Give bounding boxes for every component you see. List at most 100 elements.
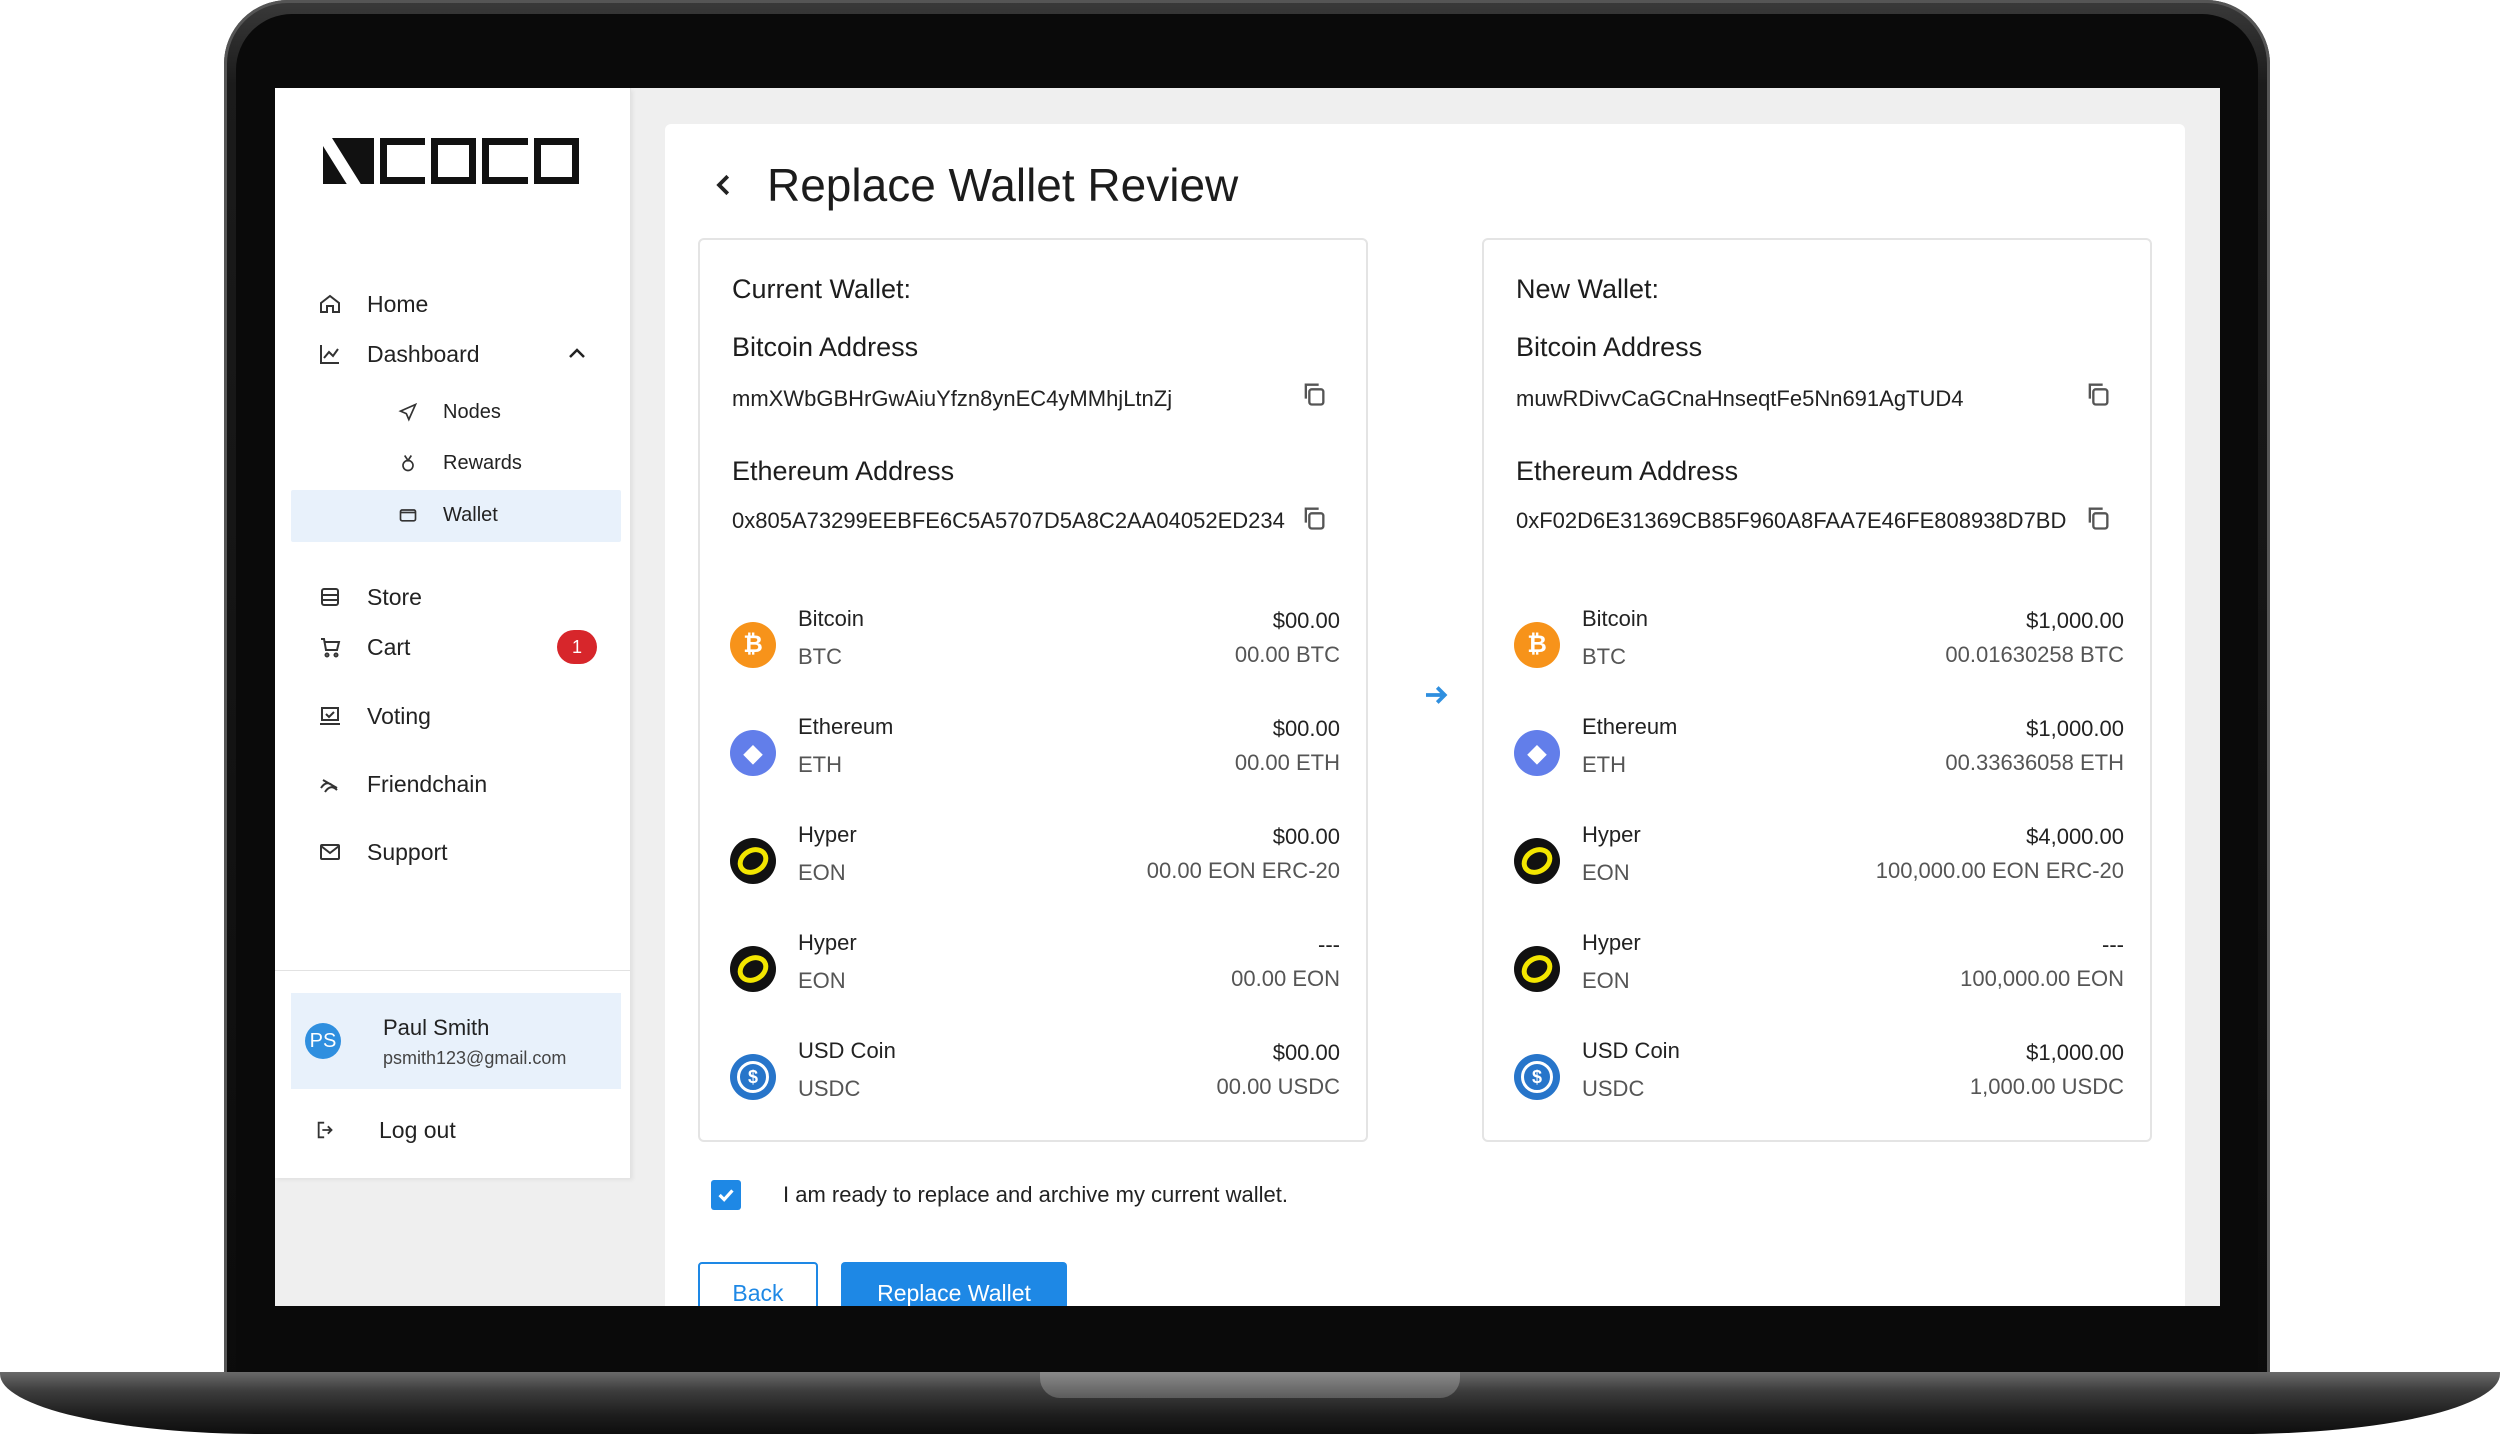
eth-address-value: 0xF02D6E31369CB85F960A8FAA7E46FE808938D7…: [1516, 508, 2067, 533]
asset-row: Hyper EON --- 00.00 EON: [730, 930, 1340, 1010]
hyper-eon-coin-icon: [730, 838, 776, 884]
asset-value: ---: [1318, 932, 1340, 957]
eth-address-label: Ethereum Address: [1516, 456, 1739, 486]
asset-name: USD Coin: [1582, 1038, 1680, 1063]
confirm-row: I am ready to replace and archive my cur…: [711, 1180, 1288, 1210]
btc-address-value: muwRDivvCaGCnaHnseqtFe5Nn691AgTUD4: [1516, 386, 1964, 411]
home-icon: [315, 289, 345, 319]
asset-name: Hyper: [798, 930, 857, 955]
laptop-notch: [1040, 1372, 1460, 1398]
sidebar-subitem-label: Wallet: [443, 503, 498, 526]
copy-icon[interactable]: [2084, 504, 2116, 536]
asset-symbol: BTC: [1582, 644, 1626, 669]
laptop-mockup: Home Dashboard Nodes Rewards Wallet Stor…: [0, 0, 2500, 1434]
copy-icon[interactable]: [1300, 380, 1332, 412]
chevron-up-icon[interactable]: [565, 342, 589, 366]
asset-value: $00.00: [1272, 608, 1340, 633]
copy-icon[interactable]: [1300, 504, 1332, 536]
asset-name: Hyper: [798, 822, 857, 847]
main-panel: Replace Wallet Review Current Wallet: Bi…: [665, 124, 2185, 1306]
asset-symbol: USDC: [798, 1076, 861, 1101]
asset-value: $1,000.00: [2026, 716, 2124, 741]
sidebar-item-dashboard[interactable]: Dashboard: [315, 332, 605, 376]
usdc-coin-icon: $: [730, 1054, 776, 1100]
eth-address-label: Ethereum Address: [732, 456, 955, 486]
usdc-coin-icon: $: [1514, 1054, 1560, 1100]
sidebar-item-friendchain[interactable]: Friendchain: [315, 762, 605, 806]
wallet-heading: Current Wallet:: [732, 274, 912, 304]
btc-address-label: Bitcoin Address: [732, 332, 919, 362]
asset-symbol: EON: [798, 860, 846, 885]
asset-name: Ethereum: [1582, 714, 1678, 739]
ethereum-coin-icon: ◆: [1514, 730, 1560, 776]
mail-icon: [315, 837, 345, 867]
user-name: Paul Smith: [383, 1015, 490, 1040]
checkmark-icon: [718, 1189, 734, 1202]
asset-symbol: ETH: [798, 752, 842, 777]
sidebar-item-store[interactable]: Store: [315, 575, 605, 619]
sidebar-item-label: Voting: [367, 702, 431, 729]
asset-row: ₿ Bitcoin BTC $1,000.00 00.01630258 BTC: [1514, 606, 2124, 686]
nero-logo[interactable]: [323, 136, 580, 186]
page-title: Replace Wallet Review: [767, 159, 1239, 211]
logo-letter-e: [431, 138, 477, 184]
sidebar-item-voting[interactable]: Voting: [315, 694, 605, 738]
eth-address-value: 0x805A73299EEBFE6C5A5707D5A8C2AA04052ED2…: [732, 508, 1285, 533]
logout-button[interactable]: Log out: [315, 1110, 456, 1150]
asset-row: Hyper EON --- 100,000.00 EON: [1514, 930, 2124, 1010]
asset-name: Hyper: [1582, 930, 1641, 955]
asset-symbol: EON: [1582, 968, 1630, 993]
asset-name: Bitcoin: [798, 606, 865, 631]
asset-symbol: EON: [1582, 860, 1630, 885]
asset-symbol: BTC: [798, 644, 842, 669]
copy-icon[interactable]: [2084, 380, 2116, 412]
back-chevron-icon[interactable]: [709, 170, 739, 200]
asset-amount: 1,000.00 USDC: [1969, 1074, 2124, 1099]
cart-count-badge: 1: [557, 630, 597, 664]
current-wallet-card: Current Wallet: Bitcoin Address mmXWbGBH…: [698, 238, 1368, 1142]
sidebar-subitem-wallet[interactable]: Wallet: [395, 495, 498, 535]
back-button[interactable]: Back: [698, 1262, 818, 1306]
hyper-eon-coin-icon: [1514, 838, 1560, 884]
friendchain-icon: [315, 769, 345, 799]
asset-name: Hyper: [1582, 822, 1641, 847]
user-profile-card[interactable]: PS Paul Smith psmith123@gmail.com: [291, 993, 621, 1089]
send-icon: [395, 399, 421, 425]
logout-icon: [315, 1119, 345, 1141]
asset-amount: 00.00 ETH: [1234, 750, 1340, 775]
asset-value: $1,000.00: [2026, 608, 2124, 633]
asset-value: $1,000.00: [2026, 1040, 2124, 1065]
asset-amount: 100,000.00 EON ERC-20: [1875, 858, 2124, 883]
chart-icon: [315, 339, 345, 369]
confirm-checkbox[interactable]: [711, 1180, 741, 1210]
sidebar-item-label: Store: [367, 583, 422, 610]
asset-value: $00.00: [1272, 716, 1340, 741]
logo-mark: [323, 138, 374, 184]
wallet-heading: New Wallet:: [1516, 274, 1660, 304]
sidebar-item-label: Support: [367, 838, 448, 865]
replace-wallet-button[interactable]: Replace Wallet: [841, 1262, 1067, 1306]
voting-icon: [315, 701, 345, 731]
asset-amount: 00.01630258 BTC: [1945, 642, 2124, 667]
cart-icon: [315, 632, 345, 662]
sidebar-subitem-rewards[interactable]: Rewards: [395, 443, 522, 483]
asset-name: USD Coin: [798, 1038, 896, 1063]
asset-amount: 00.00 EON: [1231, 966, 1340, 991]
sidebar-item-support[interactable]: Support: [315, 830, 605, 874]
sidebar-item-label: Dashboard: [367, 340, 480, 367]
sidebar-item-home[interactable]: Home: [315, 282, 605, 326]
asset-name: Ethereum: [798, 714, 894, 739]
asset-row: $ USD Coin USDC $00.00 00.00 USDC: [730, 1038, 1340, 1118]
asset-symbol: EON: [798, 968, 846, 993]
asset-row: Hyper EON $4,000.00 100,000.00 EON ERC-2…: [1514, 822, 2124, 902]
sidebar-subitem-nodes[interactable]: Nodes: [395, 392, 501, 432]
asset-name: Bitcoin: [1582, 606, 1649, 631]
bitcoin-coin-icon: ₿: [1514, 622, 1560, 668]
asset-symbol: ETH: [1582, 752, 1626, 777]
confirm-label: I am ready to replace and archive my cur…: [783, 1182, 1289, 1207]
logo-letter-r: [482, 138, 528, 184]
ethereum-coin-icon: ◆: [730, 730, 776, 776]
hyper-eon-coin-icon: [1514, 946, 1560, 992]
asset-amount: 00.00 BTC: [1234, 642, 1340, 667]
new-wallet-card: New Wallet: Bitcoin Address muwRDivvCaGC…: [1482, 238, 2152, 1142]
